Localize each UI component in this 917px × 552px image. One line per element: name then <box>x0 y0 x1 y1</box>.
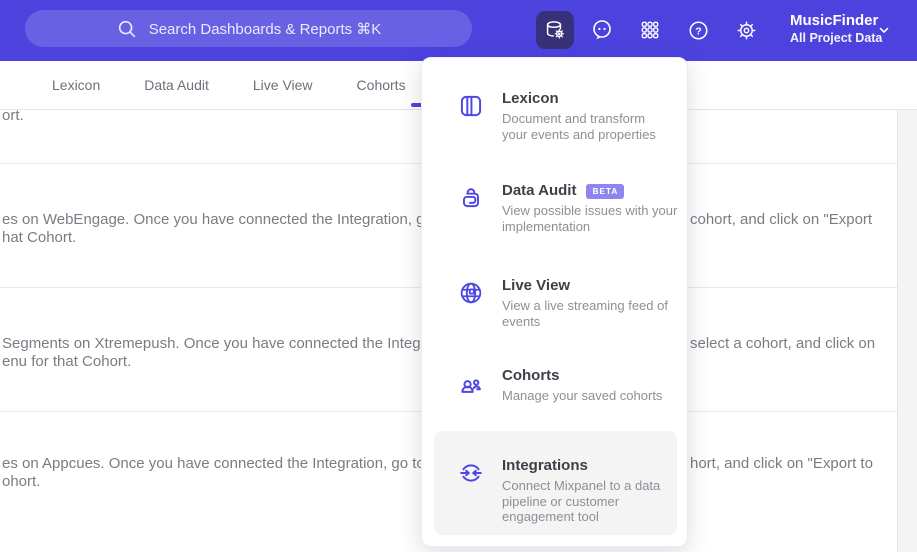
global-search-bar[interactable]: Search Dashboards & Reports ⌘K <box>25 10 472 47</box>
tab-data-audit[interactable]: Data Audit <box>144 77 209 93</box>
help-icon: ? <box>688 20 708 40</box>
tab-live-view[interactable]: Live View <box>253 77 313 93</box>
xtremepush-description-right: select a cohort, and click on <box>690 335 876 352</box>
menu-item-title: Integrations <box>502 457 588 474</box>
tab-cohorts[interactable]: Cohorts <box>357 77 406 93</box>
globe-icon <box>458 280 484 306</box>
svg-text:?: ? <box>695 25 701 37</box>
menu-item-title: Cohorts <box>502 367 560 384</box>
tab-lexicon[interactable]: Lexicon <box>52 77 100 93</box>
feedback-button[interactable] <box>585 13 619 47</box>
chevron-down-icon <box>877 23 891 37</box>
apps-grid-button[interactable] <box>633 13 667 47</box>
menu-item-title: Lexicon <box>502 90 559 107</box>
search-icon <box>116 18 138 40</box>
appcues-description-right: hort, and click on "Export to <box>690 455 873 472</box>
help-button[interactable]: ? <box>681 13 715 47</box>
menu-item-live-view[interactable]: Live View View a live streaming feed of … <box>458 277 684 329</box>
menu-item-lexicon[interactable]: Lexicon Document and transform your even… <box>458 90 684 142</box>
menu-item-description: View a live streaming feed of events <box>502 298 668 329</box>
project-name: MusicFinder <box>790 12 879 29</box>
data-management-dropdown: Lexicon Document and transform your even… <box>421 57 688 547</box>
xtremepush-description-left: Segments on Xtremepush. Once you have co… <box>2 335 463 352</box>
book-icon <box>458 93 484 119</box>
settings-gear-icon <box>737 21 755 39</box>
audit-lock-icon <box>458 185 484 211</box>
data-management-icon <box>546 21 565 39</box>
scroll-gutter[interactable] <box>897 110 917 552</box>
people-icon <box>458 370 484 396</box>
project-switcher[interactable]: MusicFinder All Project Data <box>790 12 882 46</box>
menu-item-integrations[interactable]: Integrations Connect Mixpanel to a data … <box>434 431 677 535</box>
menu-item-data-audit[interactable]: Data Audit BETA View possible issues wit… <box>458 182 684 234</box>
webengage-description-right: cohort, and click on "Export <box>690 211 873 228</box>
appcues-description-left: es on Appcues. Once you have connected t… <box>2 455 467 472</box>
feedback-chat-icon <box>593 20 611 40</box>
xtremepush-description-line2: enu for that Cohort. <box>2 353 132 370</box>
data-management-button[interactable] <box>536 11 574 49</box>
menu-item-description: View possible issues with your implement… <box>502 203 678 234</box>
menu-item-title: Data Audit <box>502 182 577 199</box>
top-navigation-bar: Search Dashboards & Reports ⌘K ? MusicFi… <box>0 0 917 61</box>
menu-item-description: Connect Mixpanel to a data pipeline or c… <box>502 478 661 524</box>
webengage-description-line2: hat Cohort. <box>2 229 77 246</box>
project-scope: All Project Data <box>790 31 883 45</box>
appcues-description-line2: ohort. <box>2 473 41 490</box>
apps-grid-icon <box>641 21 659 39</box>
app-window: Search Dashboards & Reports ⌘K ? MusicFi… <box>0 0 917 552</box>
beta-badge: BETA <box>586 183 625 199</box>
search-placeholder-text: Search Dashboards & Reports ⌘K <box>148 20 382 38</box>
menu-item-cohorts[interactable]: Cohorts Manage your saved cohorts <box>458 367 684 404</box>
settings-button[interactable] <box>729 13 763 47</box>
webengage-description-left: es on WebEngage. Once you have connected… <box>2 211 475 228</box>
menu-item-title: Live View <box>502 277 571 294</box>
sync-arrows-icon <box>458 460 484 486</box>
menu-item-description: Manage your saved cohorts <box>502 388 663 403</box>
menu-item-description: Document and transform your events and p… <box>502 111 656 142</box>
